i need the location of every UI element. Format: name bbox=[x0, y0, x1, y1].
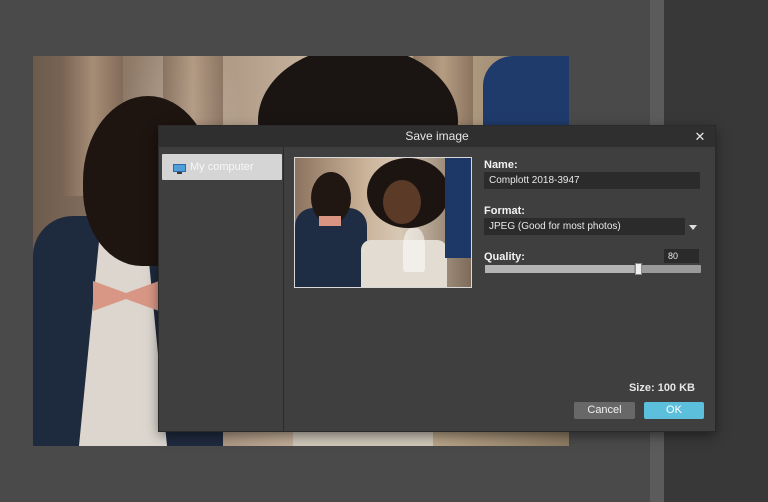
quality-slider-fill bbox=[485, 265, 634, 273]
quality-slider-thumb[interactable] bbox=[635, 263, 642, 275]
ok-button[interactable]: OK bbox=[644, 402, 704, 419]
quality-value-field[interactable]: 80 bbox=[664, 249, 699, 263]
sidebar-item-my-computer[interactable]: My computer bbox=[162, 154, 282, 180]
format-label: Format: bbox=[484, 205, 525, 217]
preview-figure bbox=[445, 158, 471, 258]
dialog-titlebar: Save image ✕ bbox=[159, 126, 715, 147]
quality-slider[interactable] bbox=[485, 263, 701, 275]
format-select[interactable]: JPEG (Good for most photos) bbox=[484, 218, 685, 235]
dialog-title: Save image bbox=[405, 129, 469, 143]
close-icon[interactable]: ✕ bbox=[693, 126, 707, 147]
preview-face bbox=[383, 180, 421, 224]
sidebar-item-label: My computer bbox=[190, 161, 254, 173]
image-preview bbox=[294, 157, 472, 288]
save-image-dialog: Save image ✕ My computer Name: Complott … bbox=[159, 126, 715, 431]
chevron-down-icon[interactable] bbox=[689, 225, 697, 230]
cancel-button[interactable]: Cancel bbox=[574, 402, 635, 419]
preview-bowtie bbox=[319, 216, 341, 226]
file-size-text: Size: 100 KB bbox=[628, 382, 695, 394]
preview-glass bbox=[403, 228, 425, 272]
monitor-icon bbox=[173, 161, 186, 174]
save-options-panel: Name: Complott 2018-3947 Format: JPEG (G… bbox=[284, 147, 715, 431]
save-location-sidebar: My computer bbox=[159, 147, 284, 431]
quality-label: Quality: bbox=[484, 251, 525, 263]
name-label: Name: bbox=[484, 159, 518, 171]
name-field[interactable]: Complott 2018-3947 bbox=[484, 172, 700, 189]
